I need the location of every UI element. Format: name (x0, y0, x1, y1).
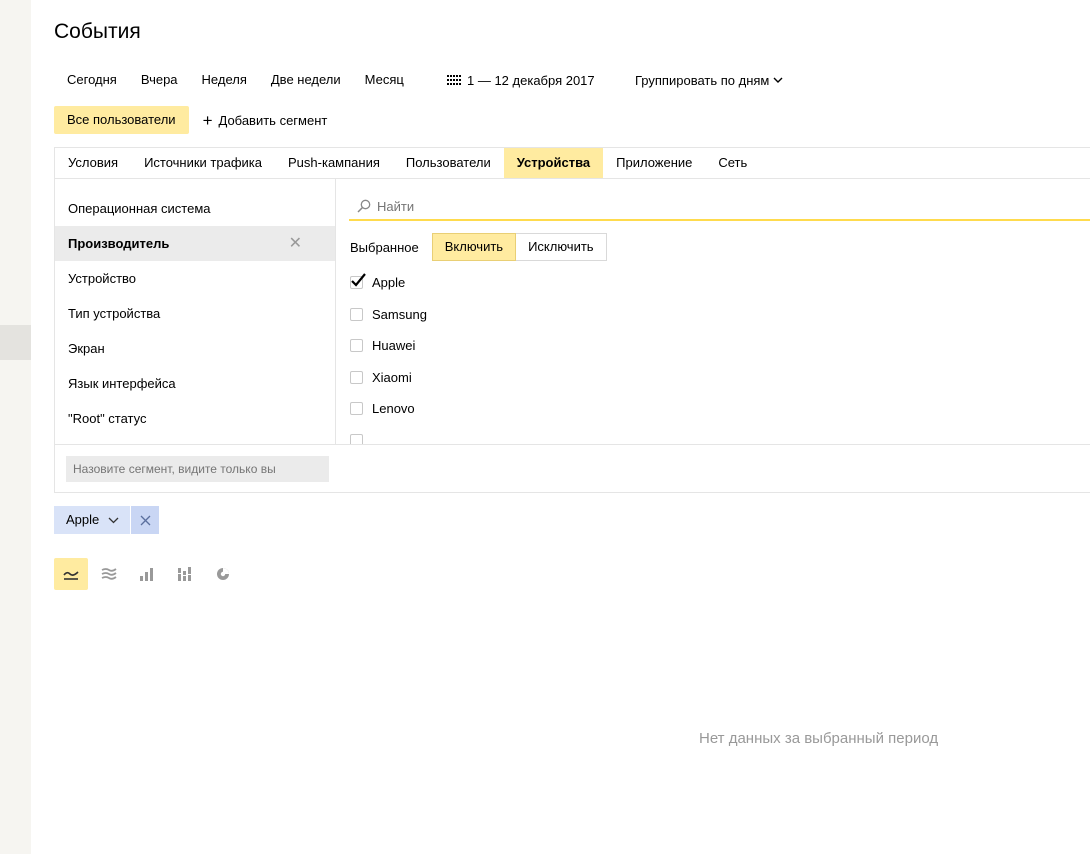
segment-panel: Условия Источники трафика Push-кампания … (54, 147, 1090, 493)
checkmark-icon (351, 273, 366, 287)
selected-label: Выбранное (350, 239, 419, 255)
exclude-button[interactable]: Исключить (516, 233, 607, 261)
checkbox-label: Apple (372, 275, 406, 291)
search-input[interactable] (377, 198, 977, 214)
remove-filter-button[interactable] (131, 506, 160, 534)
search-icon (357, 199, 371, 213)
tab-traffic-sources[interactable]: Источники трафика (131, 148, 275, 178)
attribute-os[interactable]: Операционная система (55, 191, 335, 226)
calendar-icon (447, 75, 461, 85)
checkbox[interactable] (350, 402, 363, 416)
left-sidebar (0, 0, 31, 854)
stacked-bar-button[interactable] (168, 558, 202, 590)
checkbox-samsung[interactable]: Samsung (350, 299, 427, 331)
checkbox[interactable] (350, 370, 363, 384)
tab-users[interactable]: Пользователи (393, 148, 504, 178)
tab-push-campaign[interactable]: Push-кампания (275, 148, 393, 178)
attribute-root-status[interactable]: "Root" статус (55, 401, 335, 436)
pie-chart-icon (217, 568, 229, 580)
checkbox[interactable] (350, 433, 363, 444)
segment-row: Все пользователи + Добавить сегмент (54, 106, 327, 134)
empty-state-message: Нет данных за выбранный период (699, 730, 939, 747)
attribute-manufacturer[interactable]: Производитель ✕ (55, 226, 335, 261)
period-yesterday[interactable]: Вчера (129, 64, 190, 96)
close-icon[interactable]: ✕ (289, 226, 302, 261)
segment-name-input[interactable] (66, 456, 329, 482)
sidebar-highlight[interactable] (0, 325, 31, 360)
attribute-screen[interactable]: Экран (55, 331, 335, 366)
checkbox-partial[interactable] (350, 425, 427, 444)
chart-type-switcher (54, 558, 244, 590)
bar-chart-icon (140, 568, 153, 581)
attribute-language[interactable]: Язык интерфейса (55, 366, 335, 401)
close-icon (140, 515, 151, 525)
tab-application[interactable]: Приложение (603, 148, 705, 178)
line-chart-button[interactable] (54, 558, 88, 590)
checkbox-apple[interactable]: Apple (350, 267, 427, 299)
filter-chip-label: Apple (66, 512, 100, 527)
applied-filter-chip: Apple (54, 506, 160, 534)
period-week[interactable]: Неделя (190, 64, 259, 96)
stacked-area-button[interactable] (92, 558, 126, 590)
period-today[interactable]: Сегодня (55, 64, 129, 96)
attribute-list: Операционная система Производитель ✕ Уст… (55, 179, 336, 444)
checkbox-lenovo[interactable]: Lenovo (350, 393, 427, 425)
search-field[interactable] (349, 193, 1090, 221)
period-two-weeks[interactable]: Две недели (259, 64, 353, 96)
filter-chip-button[interactable]: Apple (54, 506, 131, 534)
tab-devices[interactable]: Устройства (503, 148, 604, 178)
checkbox-label: Xiaomi (372, 369, 412, 385)
date-range-picker[interactable]: 1 — 12 декабря 2017 (447, 64, 595, 96)
group-by-dropdown[interactable]: Группировать по дням (635, 64, 783, 96)
checkbox-label: Samsung (372, 306, 427, 322)
values-panel: Выбранное Включить Исключить Apple Samsu… (337, 179, 1090, 444)
tab-conditions[interactable]: Условия (55, 148, 131, 178)
add-segment-button[interactable]: + Добавить сегмент (203, 112, 328, 129)
page-title: События (54, 20, 141, 43)
group-by-label: Группировать по дням (635, 72, 770, 88)
period-selector: Сегодня Вчера Неделя Две недели Месяц (55, 64, 416, 96)
all-users-segment-button[interactable]: Все пользователи (54, 106, 189, 134)
date-range-label: 1 — 12 декабря 2017 (467, 72, 595, 88)
checkbox-huawei[interactable]: Huawei (350, 330, 427, 362)
checkbox[interactable] (350, 273, 366, 290)
tab-network[interactable]: Сеть (705, 148, 760, 178)
attribute-device[interactable]: Устройство (55, 261, 335, 296)
checkbox-xiaomi[interactable]: Xiaomi (350, 362, 427, 394)
bar-chart-button[interactable] (130, 558, 164, 590)
attribute-manufacturer-label: Производитель (68, 236, 170, 251)
checkbox-label: Lenovo (372, 401, 415, 417)
segment-name-row (55, 444, 1090, 493)
period-month[interactable]: Месяц (353, 64, 416, 96)
filter-mode-row: Выбранное Включить Исключить (350, 233, 607, 261)
include-button[interactable]: Включить (431, 233, 517, 261)
checkbox[interactable] (350, 339, 363, 353)
chevron-down-icon (108, 517, 119, 523)
plus-icon: + (202, 110, 213, 130)
stacked-area-icon (101, 568, 117, 580)
checkbox[interactable] (350, 307, 363, 321)
pie-chart-button[interactable] (206, 558, 240, 590)
attribute-device-type[interactable]: Тип устройства (55, 296, 335, 331)
segment-tabs: Условия Источники трафика Push-кампания … (55, 148, 1090, 179)
line-chart-icon (63, 571, 79, 580)
stacked-bar-icon (178, 567, 191, 581)
value-checklist: Apple Samsung Huawei Xiaomi Lenovo (350, 267, 427, 444)
checkbox-label: Huawei (372, 338, 416, 354)
add-segment-label: Добавить сегмент (218, 112, 328, 128)
chevron-down-icon (773, 77, 783, 83)
